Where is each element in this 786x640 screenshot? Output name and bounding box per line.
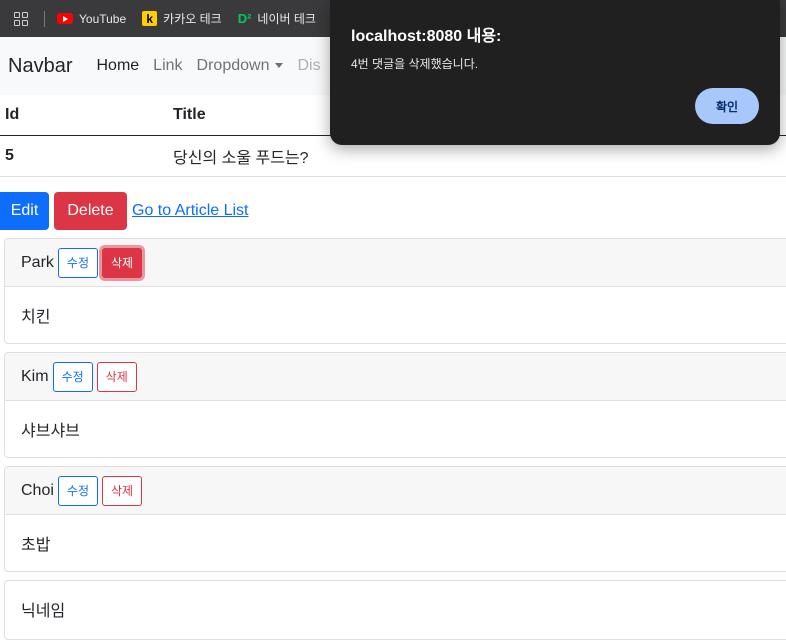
comment-nickname: Park <box>21 253 54 271</box>
new-comment-card: 닉네임 <box>4 580 786 640</box>
youtube-icon <box>57 13 73 24</box>
caret-down-icon <box>275 63 284 69</box>
comment-header: Choi 수정 삭제 <box>5 467 786 515</box>
bookmark-kakao-tech[interactable]: k 카카오 테크 <box>142 10 222 27</box>
bookmark-label: 네이버 테크 <box>257 12 316 26</box>
nav-dropdown-label: Dropdown <box>196 57 270 74</box>
bookmarks-divider <box>44 10 45 27</box>
alert-dialog: localhost:8080 내용: 4번 댓글을 삭제했습니다. 확인 <box>330 0 780 145</box>
comment-card: Choi 수정 삭제 초밥 <box>4 466 786 572</box>
comment-body: 치킨 <box>21 309 51 326</box>
kakao-icon: k <box>142 11 158 26</box>
d2-icon: D² <box>237 11 252 26</box>
comment-delete-button[interactable]: 삭제 <box>102 475 143 506</box>
comment-edit-button[interactable]: 수정 <box>57 247 98 278</box>
nickname-label: 닉네임 <box>21 603 66 620</box>
comment-card: Park 수정 삭제 치킨 <box>4 238 786 344</box>
bookmark-label: 카카오 테크 <box>163 12 222 26</box>
article-list-link[interactable]: Go to Article List <box>132 202 249 220</box>
edit-button[interactable]: Edit <box>0 192 49 230</box>
nav-home[interactable]: Home <box>96 57 139 75</box>
comment-body: 초밥 <box>21 537 51 554</box>
dialog-message: 4번 댓글을 삭제했습니다. <box>351 57 479 71</box>
apps-grid-icon[interactable] <box>14 11 28 26</box>
comment-delete-button[interactable]: 삭제 <box>96 361 137 392</box>
comment-header: Kim 수정 삭제 <box>5 353 786 401</box>
delete-button[interactable]: Delete <box>54 192 127 230</box>
bookmark-label: YouTube <box>79 11 127 26</box>
article-actions: Edit Delete Go to Article List <box>0 192 249 230</box>
comment-card: Kim 수정 삭제 샤브샤브 <box>4 352 786 458</box>
comment-header: Park 수정 삭제 <box>5 239 786 287</box>
dialog-ok-button[interactable]: 확인 <box>695 88 759 124</box>
comment-nickname: Choi <box>21 481 54 499</box>
nav-link[interactable]: Link <box>153 57 182 75</box>
dialog-title: localhost:8080 내용: <box>351 28 502 45</box>
comment-edit-button[interactable]: 수정 <box>52 361 93 392</box>
comment-body: 샤브샤브 <box>21 423 80 440</box>
comment-edit-button[interactable]: 수정 <box>57 475 98 506</box>
nav-disabled: Dis <box>297 57 321 74</box>
comment-nickname: Kim <box>21 367 49 385</box>
navbar-brand[interactable]: Navbar <box>8 55 72 78</box>
header-id: Id <box>0 95 168 136</box>
nav-dropdown[interactable]: Dropdown <box>197 57 284 75</box>
bookmark-naver-tech[interactable]: D² 네이버 테크 <box>238 10 316 27</box>
comment-delete-button[interactable]: 삭제 <box>102 247 143 278</box>
bookmark-youtube[interactable]: YouTube <box>57 12 126 26</box>
cell-id: 5 <box>0 135 168 177</box>
